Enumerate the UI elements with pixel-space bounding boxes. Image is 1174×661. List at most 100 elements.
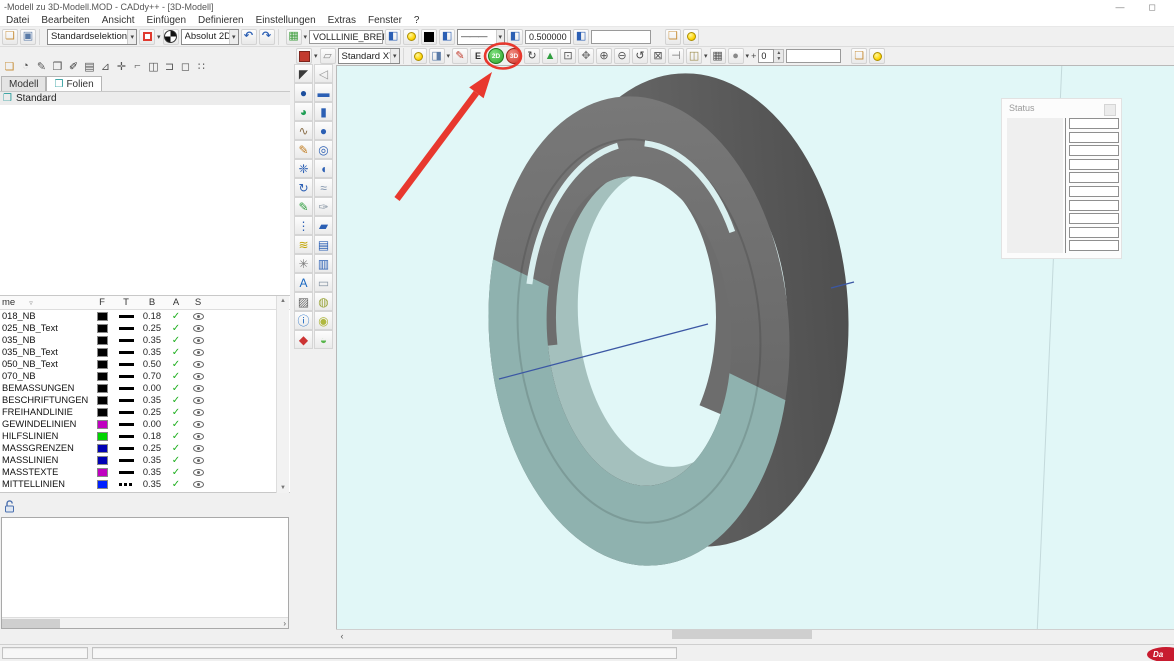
scroll-left-icon[interactable]: ‹ xyxy=(336,631,348,641)
chevron-down-icon[interactable]: ▾ xyxy=(746,52,750,60)
eye-icon[interactable] xyxy=(193,337,204,344)
viewport-3d[interactable]: Status xyxy=(336,65,1174,629)
layer-table-scrollbar[interactable]: ▲ ▼ xyxy=(276,296,289,493)
header-b[interactable]: B xyxy=(138,297,166,308)
detail-panel[interactable]: › xyxy=(1,517,289,629)
menu-item[interactable]: Datei xyxy=(0,15,35,26)
folder-layers-icon[interactable]: ❏ xyxy=(665,29,681,45)
eye-icon[interactable] xyxy=(193,325,204,332)
check-icon[interactable]: ✓ xyxy=(172,383,180,394)
sketch-plane-icon[interactable]: ✎ xyxy=(452,48,468,64)
layer-linetype-sample[interactable] xyxy=(119,351,134,354)
layer-row[interactable]: GEWINDELINIEN 0.00 ✓ xyxy=(0,418,290,430)
status-panel-close-button[interactable] xyxy=(1104,104,1116,116)
smoothing-spinner[interactable]: 0 ▲▼ xyxy=(758,49,784,63)
coordinate-mode-combo[interactable]: Absolut 2D ▾ xyxy=(181,29,239,45)
selection-combo[interactable]: Standardselektion ▾ xyxy=(47,29,137,45)
check-icon[interactable]: ✓ xyxy=(172,455,180,466)
layer-row[interactable]: 070_NB 0.70 ✓ xyxy=(0,370,290,382)
tool-icon[interactable]: ● xyxy=(294,83,313,102)
measure-icon[interactable]: ⊣ xyxy=(668,48,684,64)
check-icon[interactable]: ✓ xyxy=(172,419,180,430)
layer-color-icon[interactable]: ◧ xyxy=(439,29,455,45)
eye-icon[interactable] xyxy=(193,481,204,488)
header-name[interactable]: me xyxy=(2,297,15,308)
scroll-right-icon[interactable]: › xyxy=(283,619,288,628)
layer-color-swatch[interactable] xyxy=(97,456,108,465)
layer-row[interactable]: HILFSLINIEN 0.18 ✓ xyxy=(0,430,290,442)
restore-button[interactable]: ◻ xyxy=(1140,1,1164,13)
save-icon[interactable]: ▣ xyxy=(20,29,36,45)
plus-icon[interactable]: + xyxy=(751,51,756,61)
layer-linestyle-icon[interactable]: ◧ xyxy=(507,29,523,45)
header-a[interactable]: A xyxy=(166,297,186,308)
eye-icon[interactable] xyxy=(193,361,204,368)
tool-icon[interactable]: ▬ xyxy=(314,83,333,102)
panel-tool-icon[interactable]: ◔ xyxy=(18,59,33,74)
layer-row[interactable]: 050_NB_Text 0.50 ✓ xyxy=(0,358,290,370)
layer-assign-icon[interactable]: ◧ xyxy=(385,29,401,45)
layer-color-swatch[interactable] xyxy=(97,324,108,333)
bulb-icon[interactable] xyxy=(869,48,885,64)
layer-tree[interactable]: ❒ Standard xyxy=(0,91,290,296)
layer-row[interactable]: 025_NB_Text 0.25 ✓ xyxy=(0,322,290,334)
open-file-icon[interactable]: ❏ xyxy=(2,29,18,45)
layer-color-swatch[interactable] xyxy=(97,348,108,357)
layer-linetype-sample[interactable] xyxy=(119,399,134,402)
status-field[interactable] xyxy=(1069,159,1119,170)
check-icon[interactable]: ✓ xyxy=(172,431,180,442)
check-icon[interactable]: ✓ xyxy=(172,479,180,490)
tool-icon[interactable]: ≋ xyxy=(294,235,313,254)
status-field[interactable] xyxy=(1069,145,1119,156)
panel-tool-icon[interactable]: ◫ xyxy=(146,59,161,74)
2d-mode-icon[interactable]: 2D xyxy=(488,48,504,64)
unlock-icon[interactable] xyxy=(4,499,16,513)
header-t[interactable]: T xyxy=(114,297,138,308)
status-panel[interactable]: Status xyxy=(1001,98,1122,259)
layer-row[interactable]: ✓ xyxy=(0,490,290,493)
check-icon[interactable]: ✓ xyxy=(172,467,180,478)
status-field[interactable] xyxy=(1069,213,1119,224)
layer-row[interactable]: BEMASSUNGEN 0.00 ✓ xyxy=(0,382,290,394)
scroll-thumb[interactable] xyxy=(2,619,60,628)
check-icon[interactable]: ✓ xyxy=(172,359,180,370)
layer-color-swatch[interactable] xyxy=(97,492,108,494)
status-field[interactable] xyxy=(1069,227,1119,238)
status-field[interactable] xyxy=(1069,186,1119,197)
check-icon[interactable]: ✓ xyxy=(172,407,180,418)
eye-icon[interactable] xyxy=(193,313,204,320)
eye-icon[interactable] xyxy=(193,493,204,494)
panel-tool-icon[interactable]: ▤ xyxy=(82,59,97,74)
panel-tool-icon[interactable]: ❏ xyxy=(2,59,17,74)
menu-item[interactable]: ? xyxy=(408,15,426,26)
tree-root-row[interactable]: ❒ Standard xyxy=(0,92,290,105)
render-mode-icon[interactable]: ▲ xyxy=(542,48,558,64)
tool-icon[interactable]: ◖ xyxy=(314,159,333,178)
status-field[interactable] xyxy=(1069,200,1119,211)
layer-linetype-sample[interactable] xyxy=(119,363,134,366)
panel-tool-icon[interactable]: ✛ xyxy=(114,59,129,74)
panel-tool-icon[interactable]: ⊐ xyxy=(162,59,177,74)
status-field[interactable] xyxy=(1069,132,1119,143)
layer-linetype-sample[interactable] xyxy=(119,471,134,474)
workplane-combo[interactable]: Standard XY ▾ xyxy=(338,48,400,64)
statusbar-field-main[interactable] xyxy=(92,647,677,659)
layer-linetype-sample[interactable] xyxy=(119,483,134,486)
panel-tool-icon[interactable]: ⊿ xyxy=(98,59,113,74)
linewidth-field[interactable]: 0.500000 xyxy=(525,30,571,44)
menu-item[interactable]: Einstellungen xyxy=(250,15,322,26)
detail-panel-scrollbar[interactable]: › xyxy=(2,617,288,628)
panel-tool-icon[interactable]: ∷ xyxy=(194,59,209,74)
layer-linetype-sample[interactable] xyxy=(119,375,134,378)
layer-color-swatch[interactable] xyxy=(97,444,108,453)
eye-icon[interactable] xyxy=(193,349,204,356)
linetype-field[interactable]: VOLLLINIE_BREIT xyxy=(309,30,383,44)
mesh-icon[interactable]: ▦ xyxy=(710,48,726,64)
layer-row[interactable]: MITTELLINIEN 0.35 ✓ xyxy=(0,478,290,490)
box-3d-icon[interactable]: ◫ xyxy=(686,48,702,64)
layer-bulb-icon[interactable] xyxy=(403,29,419,45)
tool-icon[interactable]: ✳ xyxy=(294,254,313,273)
tool-icon[interactable]: ◎ xyxy=(314,140,333,159)
layer-linetype-sample[interactable] xyxy=(119,327,134,330)
menu-item[interactable]: Einfügen xyxy=(141,15,192,26)
